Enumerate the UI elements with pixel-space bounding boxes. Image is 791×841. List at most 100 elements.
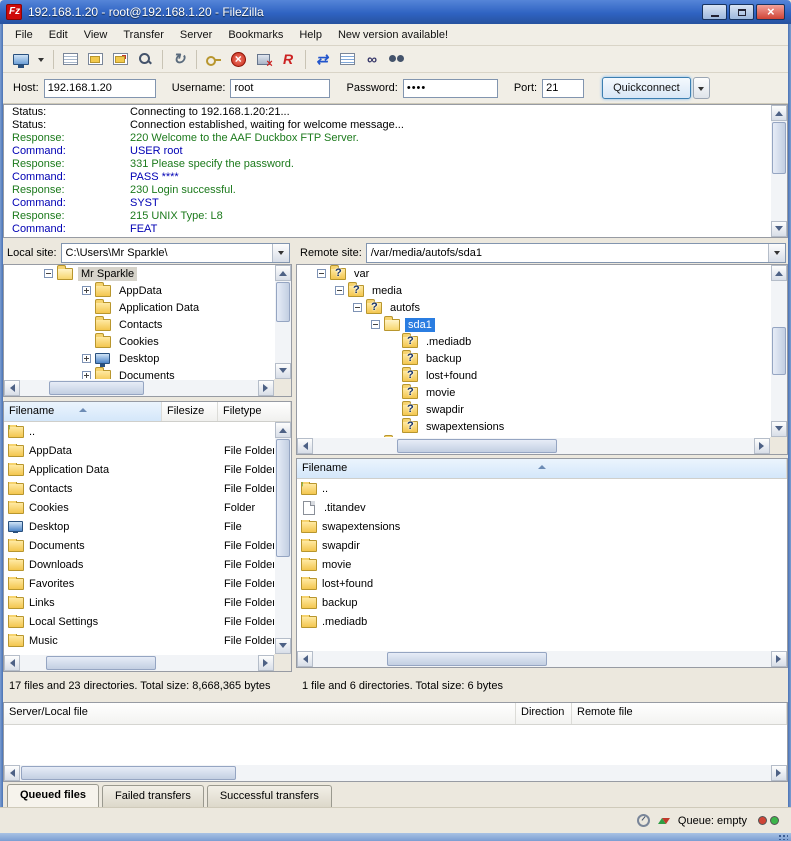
scroll-right-button[interactable] — [258, 655, 274, 671]
tree-item[interactable]: Application Data — [4, 299, 274, 316]
tree-item[interactable]: Contacts — [4, 316, 274, 333]
file-row[interactable]: backup — [297, 593, 787, 612]
scrollbar-thumb[interactable] — [49, 381, 144, 395]
scroll-right-button[interactable] — [771, 765, 787, 781]
host-input[interactable] — [44, 79, 156, 98]
remote-tree-horizontal-scrollbar[interactable] — [297, 438, 770, 454]
file-row[interactable]: movie — [297, 555, 787, 574]
scroll-left-button[interactable] — [4, 765, 20, 781]
scroll-up-button[interactable] — [771, 105, 787, 121]
quickconnect-button[interactable]: Quickconnect — [602, 77, 691, 99]
site-manager-button[interactable] — [9, 48, 33, 70]
file-row[interactable]: DesktopFile — [4, 517, 274, 536]
local-site-dropdown[interactable] — [272, 244, 289, 262]
toggle-queue-button[interactable] — [133, 48, 157, 70]
cancel-button[interactable] — [226, 48, 250, 70]
tree-item[interactable]: Cookies — [4, 333, 274, 350]
scroll-down-button[interactable] — [275, 363, 291, 379]
scroll-left-button[interactable] — [4, 380, 20, 396]
column-header-filesize[interactable]: Filesize — [162, 402, 218, 421]
close-button[interactable] — [756, 4, 785, 20]
file-row[interactable]: .titandev — [297, 498, 787, 517]
speed-limits-icon[interactable] — [637, 814, 650, 827]
column-header-remote-file[interactable]: Remote file — [572, 703, 787, 724]
column-header-direction[interactable]: Direction — [516, 703, 572, 724]
menu-transfer[interactable]: Transfer — [115, 26, 172, 44]
file-row[interactable]: MusicFile Folder — [4, 631, 274, 650]
collapse-icon[interactable] — [353, 303, 362, 312]
remote-tree-vertical-scrollbar[interactable] — [771, 265, 787, 437]
remote-site-dropdown[interactable] — [768, 244, 785, 262]
tree-item[interactable]: media — [297, 282, 770, 299]
file-row[interactable]: swapdir — [297, 536, 787, 555]
expand-icon[interactable] — [82, 354, 91, 363]
transfer-direction-icon[interactable] — [658, 814, 670, 828]
find-files-button[interactable] — [385, 48, 409, 70]
tree-item[interactable]: Desktop — [4, 350, 274, 367]
tree-item[interactable]: Documents — [4, 367, 274, 379]
tree-item[interactable]: swapextensions — [297, 418, 770, 435]
scrollbar-thumb[interactable] — [46, 656, 156, 670]
tree-item[interactable]: swapdir — [297, 401, 770, 418]
tree-item[interactable]: movie — [297, 384, 770, 401]
disconnect-button[interactable] — [251, 48, 275, 70]
menu-new-version[interactable]: New version available! — [330, 26, 456, 44]
tree-item[interactable]: lost+found — [297, 367, 770, 384]
reconnect-button[interactable] — [276, 48, 300, 70]
scroll-up-button[interactable] — [771, 265, 787, 281]
tree-item[interactable]: autofs — [297, 299, 770, 316]
remote-list-horizontal-scrollbar[interactable] — [297, 651, 787, 667]
file-row[interactable]: AppDataFile Folder — [4, 441, 274, 460]
scroll-left-button[interactable] — [297, 651, 313, 667]
file-row[interactable]: FavoritesFile Folder — [4, 574, 274, 593]
port-input[interactable] — [542, 79, 584, 98]
scrollbar-thumb[interactable] — [387, 652, 547, 666]
directory-comparison-button[interactable] — [310, 48, 334, 70]
file-row[interactable]: DownloadsFile Folder — [4, 555, 274, 574]
maximize-button[interactable] — [729, 4, 754, 20]
file-row[interactable]: lost+found — [297, 574, 787, 593]
toggle-remote-tree-button[interactable] — [108, 48, 132, 70]
expand-icon[interactable] — [82, 371, 91, 379]
file-row[interactable]: ↑.. — [297, 479, 787, 498]
scroll-down-button[interactable] — [771, 421, 787, 437]
scroll-right-button[interactable] — [771, 651, 787, 667]
site-manager-dropdown-button[interactable] — [34, 48, 48, 70]
scroll-down-button[interactable] — [771, 221, 787, 237]
scroll-up-button[interactable] — [275, 422, 291, 438]
file-row[interactable]: swapextensions — [297, 517, 787, 536]
menu-edit[interactable]: Edit — [41, 26, 76, 44]
username-input[interactable] — [230, 79, 330, 98]
titlebar[interactable]: 192.168.1.20 - root@192.168.1.20 - FileZ… — [0, 0, 791, 24]
local-list-vertical-scrollbar[interactable] — [275, 422, 291, 654]
column-header-filename[interactable]: Filename — [297, 459, 787, 478]
scroll-right-button[interactable] — [258, 380, 274, 396]
tree-item[interactable]: Mr Sparkle — [4, 265, 274, 282]
column-header-local-file[interactable]: Server/Local file — [4, 703, 516, 724]
tree-item[interactable]: dvd — [297, 435, 770, 437]
tree-item[interactable]: .mediadb — [297, 333, 770, 350]
local-tree-vertical-scrollbar[interactable] — [275, 265, 291, 379]
scrollbar-thumb[interactable] — [276, 439, 290, 557]
scrollbar-thumb[interactable] — [397, 439, 557, 453]
scroll-right-button[interactable] — [754, 438, 770, 454]
refresh-button[interactable] — [167, 48, 191, 70]
collapse-icon[interactable] — [371, 320, 380, 329]
scrollbar-thumb[interactable] — [772, 327, 786, 375]
column-header-filename[interactable]: Filename — [4, 402, 162, 421]
tab-queued-files[interactable]: Queued files — [7, 784, 99, 807]
synchronized-browsing-button[interactable] — [360, 48, 384, 70]
file-row[interactable]: LinksFile Folder — [4, 593, 274, 612]
file-row[interactable]: ContactsFile Folder — [4, 479, 274, 498]
scrollbar-thumb[interactable] — [276, 282, 290, 322]
file-row[interactable]: Application DataFile Folder — [4, 460, 274, 479]
queue-horizontal-scrollbar[interactable] — [4, 765, 787, 781]
menu-server[interactable]: Server — [172, 26, 220, 44]
log-vertical-scrollbar[interactable] — [771, 105, 787, 237]
view-listing-button[interactable] — [335, 48, 359, 70]
local-list-horizontal-scrollbar[interactable] — [4, 655, 274, 671]
scroll-left-button[interactable] — [297, 438, 313, 454]
collapse-icon[interactable] — [44, 269, 53, 278]
menu-bookmarks[interactable]: Bookmarks — [220, 26, 291, 44]
menu-view[interactable]: View — [76, 26, 116, 44]
